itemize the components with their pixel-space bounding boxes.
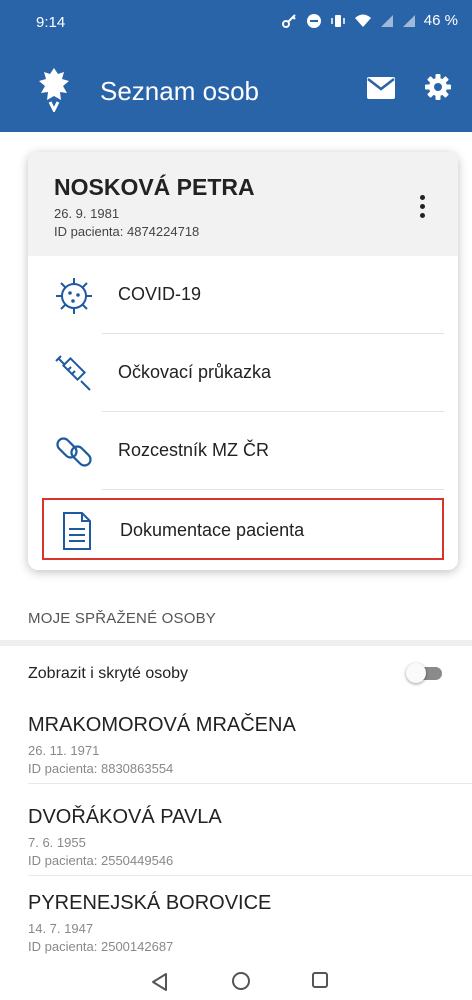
divider [28, 875, 472, 876]
key-icon [281, 13, 296, 28]
status-time: 9:14 [36, 14, 66, 31]
person-name: MRAKOMOROVÁ MRAČENA [28, 714, 296, 736]
page-title: Seznam osob [100, 76, 259, 106]
list-item[interactable]: PYRENEJSKÁ BOROVICE 14. 7. 1947 ID pacie… [0, 878, 472, 962]
person-name: PYRENEJSKÁ BOROVICE [28, 892, 272, 914]
dnd-icon [306, 13, 321, 28]
menu-item-covid[interactable]: COVID-19 [42, 256, 444, 334]
list-item[interactable]: MRAKOMOROVÁ MRAČENA 26. 11. 1971 ID paci… [0, 700, 472, 784]
signal-icon-2 [402, 14, 415, 27]
menu-item-label: Dokumentace pacienta [120, 520, 305, 540]
menu-item-ministry-links[interactable]: Rozcestník MZ ČR [42, 412, 444, 490]
system-nav-bar [0, 966, 472, 1000]
document-icon [63, 512, 91, 550]
gear-icon[interactable] [424, 73, 452, 101]
patient-header[interactable]: NOSKOVÁ PETRA 26. 9. 1981 ID pacienta: 4… [28, 152, 458, 256]
toggle-knob [406, 663, 426, 683]
menu-item-label: Očkovací průkazka [118, 362, 272, 382]
status-bar: 9:14 46 % [0, 0, 472, 46]
link-icon [56, 437, 92, 467]
app-bar: Seznam osob [0, 46, 472, 132]
vibrate-icon [331, 14, 345, 27]
person-id: ID pacienta: 2500142687 [28, 939, 174, 954]
person-name: DVOŘÁKOVÁ PAVLA [28, 806, 222, 828]
show-hidden-row: Zobrazit i skryté osoby [0, 648, 472, 700]
home-icon[interactable] [232, 972, 250, 990]
status-icons: 46 % [281, 12, 458, 29]
show-hidden-label: Zobrazit i skryté osoby [28, 665, 189, 682]
list-item[interactable]: DVOŘÁKOVÁ PAVLA 7. 6. 1955 ID pacienta: … [0, 792, 472, 876]
battery-level: 46 % [423, 12, 458, 29]
menu-item-label: COVID-19 [118, 284, 202, 304]
virus-icon [56, 278, 92, 314]
section-divider [0, 640, 472, 646]
menu-item-vaccination-card[interactable]: Očkovací průkazka [42, 334, 444, 412]
coat-of-arms-logo [39, 68, 69, 112]
divider [28, 783, 472, 784]
syringe-icon [55, 355, 91, 391]
patient-id: ID pacienta: 4874224718 [54, 224, 200, 239]
person-dob: 14. 7. 1947 [28, 921, 94, 936]
signal-icon [380, 14, 393, 27]
wifi-icon [354, 14, 371, 27]
person-dob: 7. 6. 1955 [28, 835, 86, 850]
person-id: ID pacienta: 8830863554 [28, 761, 174, 776]
back-icon[interactable] [150, 972, 168, 992]
more-options-icon[interactable] [408, 188, 436, 224]
person-id: ID pacienta: 2550449546 [28, 853, 174, 868]
patient-dob: 26. 9. 1981 [54, 206, 120, 221]
patient-card: NOSKOVÁ PETRA 26. 9. 1981 ID pacienta: 4… [28, 152, 458, 570]
patient-name: NOSKOVÁ PETRA [54, 174, 255, 200]
menu-item-patient-documentation[interactable]: Dokumentace pacienta [42, 498, 444, 560]
menu-item-label: Rozcestník MZ ČR [118, 440, 270, 460]
recent-apps-icon[interactable] [312, 972, 328, 988]
show-hidden-toggle[interactable] [406, 663, 444, 683]
person-dob: 26. 11. 1971 [28, 743, 100, 758]
mail-icon[interactable] [366, 76, 396, 100]
linked-persons-heading: MOJE SPŘAŽENÉ OSOBY [28, 610, 217, 627]
